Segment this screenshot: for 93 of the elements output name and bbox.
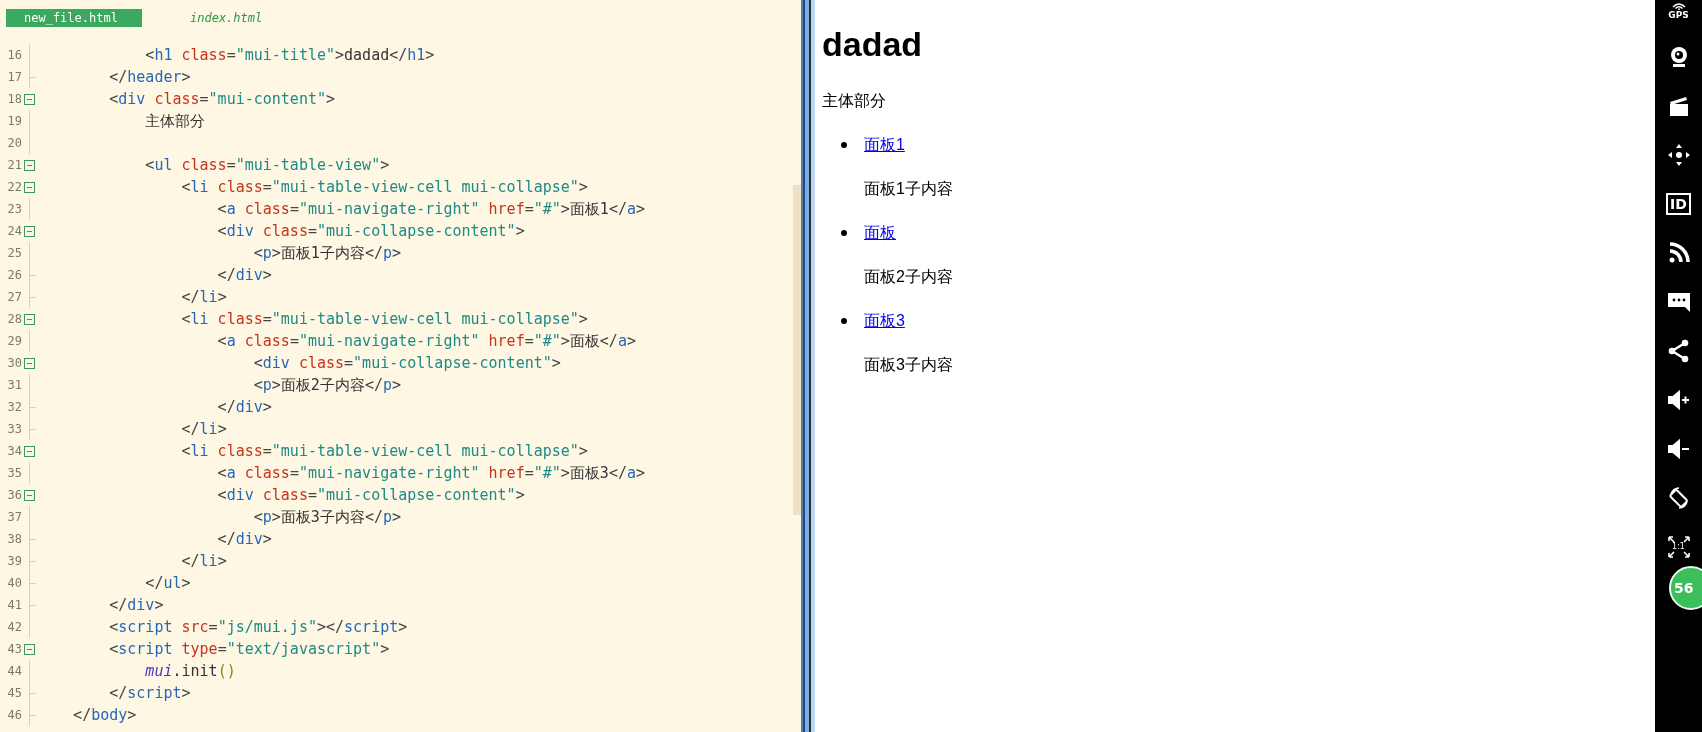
line-number: 42 [6,620,22,634]
collapse-icon[interactable] [24,489,35,501]
line-number: 24 [6,224,22,238]
bullet-icon [841,142,847,148]
line-number: 44 [6,664,22,678]
code-line: <div class="mui-collapse-content"> [252,354,561,372]
line-number: 27 [6,290,22,304]
line-number: 34 [6,444,22,458]
panel-content: 面板3子内容 [864,355,954,375]
code-line: <li class="mui-table-view-cell mui-collapse"> [180,442,588,460]
code-line: </div> [216,398,272,416]
line-number: 33 [6,422,22,436]
collapse-icon[interactable] [24,357,35,369]
code-line: </div> [108,596,164,614]
panel-link[interactable]: 面板1 [864,134,905,156]
code-line: <script type="text/javascript"> [108,640,390,658]
signal-icon [1670,2,1687,10]
bullet-icon [841,230,847,236]
panel-content: 面板1子内容 [864,179,954,199]
line-number: 43 [6,642,22,656]
line-number: 38 [6,532,22,546]
line-number: 21 [6,158,22,172]
code-line: </header> [108,68,191,86]
body-text: 主体部分 [822,91,887,111]
code-line: </div> [216,530,272,548]
code-line: <div class="mui-content"> [108,90,336,108]
code-line: 主体部分 [144,111,206,131]
panel-link[interactable]: 面板3 [864,310,905,332]
line-number: 17 [6,70,22,84]
splitter[interactable] [801,0,815,732]
code-line: <li class="mui-table-view-cell mui-collapse"> [180,178,588,196]
collapse-icon[interactable] [24,93,35,105]
share-icon[interactable] [1666,338,1691,363]
collapse-icon[interactable] [24,445,35,457]
collapse-icon[interactable] [24,181,35,193]
line-number: 45 [6,686,22,700]
line-number: 22 [6,180,22,194]
code-line: <ul class="mui-table-view"> [144,156,390,174]
rotate-icon[interactable] [1666,485,1691,510]
code-line: <p>面板2子内容</p> [252,375,401,395]
code-line: </div> [216,266,272,284]
code-line: mui.init() [144,662,236,680]
code-line: <h1 class="mui-title">dadad</h1> [144,46,435,64]
line-number: 18 [6,92,22,106]
line-number: 40 [6,576,22,590]
code-line: <a class="mui-navigate-right" href="#">面板</a> [216,331,636,351]
code-line: <p>面板3子内容</p> [252,507,401,527]
code-line: </ul> [144,574,191,592]
line-number: 20 [6,136,22,150]
code-line: <div class="mui-collapse-content"> [216,222,525,240]
code-line: <a class="mui-navigate-right" href="#">面板3</a> [216,463,645,483]
collapse-icon[interactable] [24,225,35,237]
code-line: <p>面板1子内容</p> [252,243,401,263]
code-line: </body> [72,706,137,724]
line-number: 16 [6,48,22,62]
code-line: <div class="mui-collapse-content"> [216,486,525,504]
page-heading: dadad [822,24,924,64]
code-line: </li> [180,420,227,438]
count-badge: 56 [1669,566,1702,610]
line-number: 41 [6,598,22,612]
dpad-icon[interactable] [1666,142,1691,167]
collapse-icon[interactable] [24,159,35,171]
code-line: <a class="mui-navigate-right" href="#">面板1</a> [216,199,645,219]
line-number: 30 [6,356,22,370]
panel-link[interactable]: 面板 [864,222,896,244]
code-line: <li class="mui-table-view-cell mui-collapse"> [180,310,588,328]
line-number: 37 [6,510,22,524]
gps-button[interactable]: GPS [1668,2,1689,20]
line-number: 28 [6,312,22,326]
line-number: 25 [6,246,22,260]
id-button[interactable]: ID [1666,192,1691,215]
line-number: 39 [6,554,22,568]
collapse-icon[interactable] [24,313,35,325]
code-line: </li> [180,552,227,570]
line-number: 26 [6,268,22,282]
line-number: 29 [6,334,22,348]
volume-up-icon[interactable] [1666,387,1691,412]
line-number: 23 [6,202,22,216]
code-line: </li> [180,288,227,306]
line-number: 36 [6,488,22,502]
line-number: 31 [6,378,22,392]
panel-content: 面板2子内容 [864,267,954,287]
code-line: <script src="js/mui.js"></script> [108,618,408,636]
scrollbar-thumb[interactable] [793,185,801,515]
actual-size-button[interactable]: 1:1 [1666,534,1691,559]
line-number: 46 [6,708,22,722]
volume-down-icon[interactable] [1666,436,1691,461]
code-line: </script> [108,684,191,702]
line-number: 32 [6,400,22,414]
line-number: 35 [6,466,22,480]
line-number: 19 [6,114,22,128]
collapse-icon[interactable] [24,643,35,655]
bullet-icon [841,318,847,324]
